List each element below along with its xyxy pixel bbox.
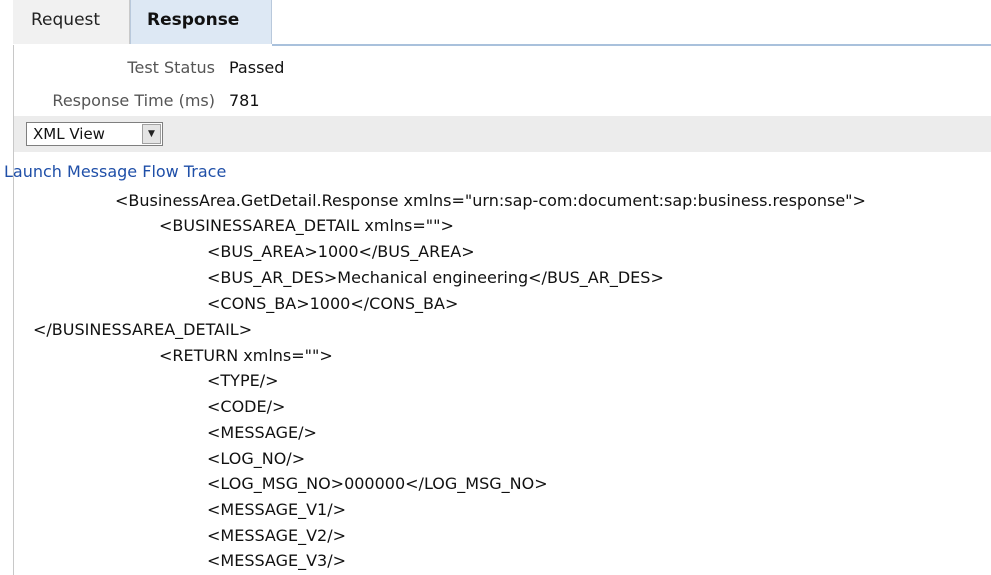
dropdown-arrow-icon[interactable]: ▼ [142,124,161,144]
xml-line: <TYPE/> [207,371,279,390]
xml-line: <MESSAGE_V1/> [207,500,347,519]
xml-line: <BusinessArea.GetDetail.Response xmlns="… [115,191,866,210]
test-status-value: Passed [229,58,285,77]
tab-bar: Request Response [0,0,991,46]
view-select[interactable]: XML View ▼ [26,122,163,146]
xml-line: <CODE/> [207,397,286,416]
response-time-value: 781 [229,91,260,110]
tab-underline [272,44,991,46]
test-status-label: Test Status [127,58,215,77]
response-time-label: Response Time (ms) [52,91,215,110]
launch-message-flow-trace-link[interactable]: Launch Message Flow Trace [4,162,226,181]
tab-response[interactable]: Response [130,0,272,44]
xml-line: <MESSAGE/> [207,423,317,442]
tab-request[interactable]: Request [13,0,130,44]
xml-line: <LOG_NO/> [207,449,306,468]
xml-line: <LOG_MSG_NO>000000</LOG_MSG_NO> [207,474,548,493]
xml-line: </BUSINESSAREA_DETAIL> [33,320,253,339]
xml-line: <BUS_AR_DES>Mechanical engineering</BUS_… [207,268,664,287]
view-select-value: XML View [33,125,105,143]
xml-line: <RETURN xmlns=""> [159,346,333,365]
response-panel: Request Response Test Status Passed Resp… [0,0,991,575]
xml-line: <MESSAGE_V3/> [207,551,347,570]
xml-line: <BUSINESSAREA_DETAIL xmlns=""> [159,216,454,235]
xml-line: <CONS_BA>1000</CONS_BA> [207,294,459,313]
xml-line: <BUS_AREA>1000</BUS_AREA> [207,242,475,261]
xml-line: <MESSAGE_V2/> [207,526,347,545]
